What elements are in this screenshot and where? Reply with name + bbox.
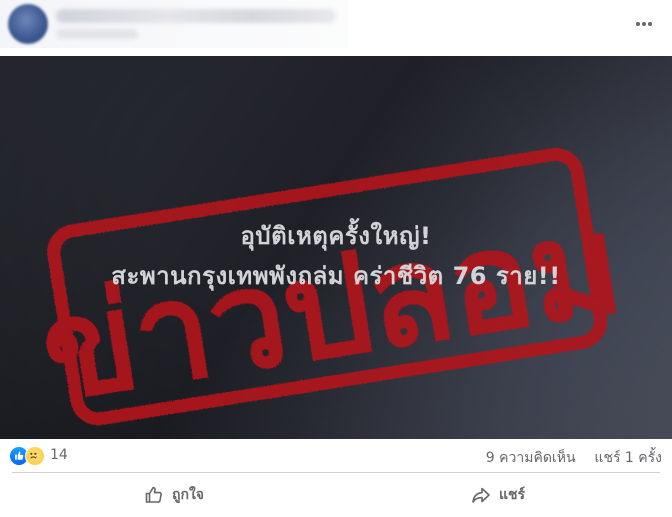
share-count[interactable]: แชร์ 1 ครั้ง	[594, 450, 662, 466]
reactions-bar: 14 9 ความคิดเห็น แชร์ 1 ครั้ง	[0, 441, 672, 471]
blurred-author-area	[0, 0, 348, 48]
avatar[interactable]	[8, 4, 48, 44]
reaction-icons[interactable]	[9, 446, 49, 466]
action-bar: ถูกใจ แชร์	[12, 475, 660, 515]
share-arrow-icon	[472, 487, 490, 503]
divider	[12, 472, 660, 473]
post-image[interactable]: ข่าวปลอม อุบัติเหตุครั้งใหญ่! สะพานกรุงเ…	[0, 56, 672, 439]
like-button[interactable]: ถูกใจ	[12, 475, 336, 515]
post-stats: 9 ความคิดเห็น แชร์ 1 ครั้ง	[486, 447, 662, 469]
share-label: แชร์	[498, 487, 526, 503]
sad-reaction-icon	[25, 446, 45, 466]
comment-count[interactable]: 9 ความคิดเห็น	[486, 450, 576, 466]
blurred-post-timestamp[interactable]	[56, 29, 138, 39]
blurred-author-name[interactable]	[56, 9, 336, 23]
reaction-count[interactable]: 14	[50, 447, 68, 463]
post-header	[0, 0, 672, 56]
headline-line-1: อุบัติเหตุครั้งใหญ่!	[240, 222, 432, 250]
headline-line-2: สะพานกรุงเทพพังถล่ม คร่าชีวิต 76 ราย!!	[111, 262, 561, 290]
ellipsis-icon	[636, 22, 652, 26]
thumbs-up-icon	[145, 486, 162, 503]
more-options-button[interactable]	[632, 12, 656, 36]
facebook-post: ข่าวปลอม อุบัติเหตุครั้งใหญ่! สะพานกรุงเ…	[0, 0, 672, 517]
like-label: ถูกใจ	[172, 487, 204, 503]
share-button[interactable]: แชร์	[336, 475, 660, 515]
